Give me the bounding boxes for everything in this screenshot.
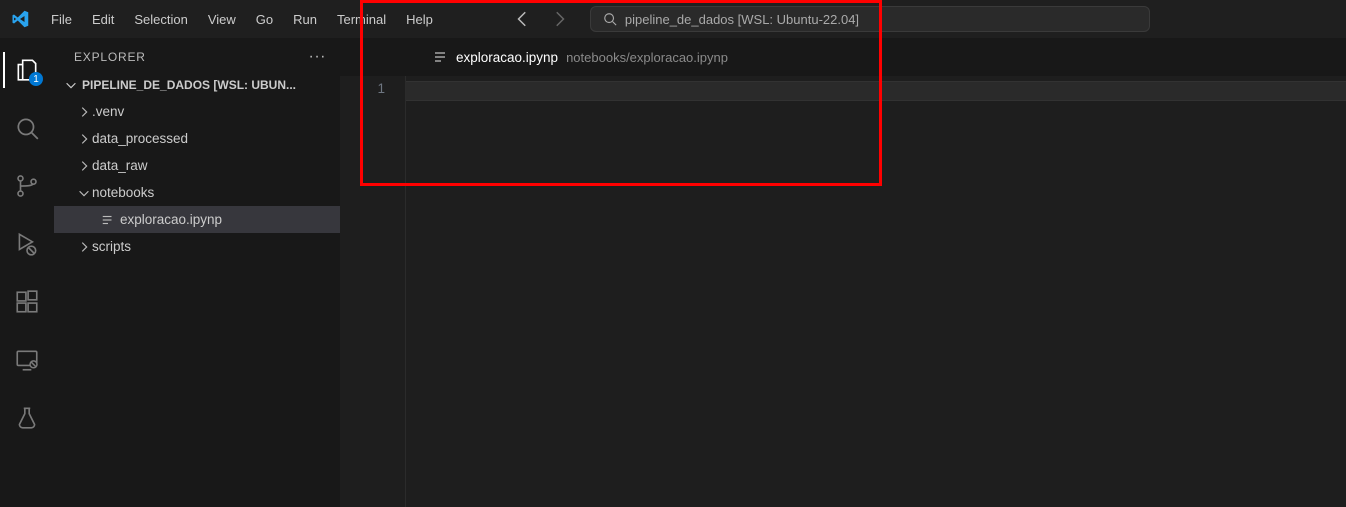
menu-bar: File Edit Selection View Go Run Terminal… [42,8,442,31]
file-text-icon [98,213,118,227]
explorer-title: EXPLORER [74,50,146,64]
editor-body[interactable]: 1 [340,76,1346,507]
chevron-right-icon [76,105,92,119]
line-gutter: 1 [340,76,405,507]
menu-selection[interactable]: Selection [125,8,196,31]
title-bar: File Edit Selection View Go Run Terminal… [0,0,1346,38]
menu-terminal[interactable]: Terminal [328,8,395,31]
tab-filename: exploracao.ipynp [456,50,558,65]
activity-remote-icon[interactable] [3,340,51,380]
chevron-right-icon [76,159,92,173]
menu-help[interactable]: Help [397,8,442,31]
explorer-more-icon[interactable]: ··· [309,48,326,66]
line-number: 1 [340,81,385,96]
current-line [406,81,1346,101]
menu-run[interactable]: Run [284,8,326,31]
vscode-logo-icon [10,9,30,29]
nav-back-icon[interactable] [514,10,532,28]
tree-item-label: data_raw [92,158,148,173]
activity-testing-icon[interactable] [3,398,51,438]
tree-file[interactable]: exploracao.ipynp [54,206,340,233]
chevron-down-icon [76,186,92,200]
tree-folder[interactable]: data_processed [54,125,340,152]
nav-forward-icon[interactable] [550,10,568,28]
tree-item-label: scripts [92,239,131,254]
file-text-icon [432,49,448,65]
chevron-right-icon [76,240,92,254]
activity-bar: 1 [0,38,54,507]
menu-file[interactable]: File [42,8,81,31]
editor-tab[interactable]: exploracao.ipynp notebooks/exploracao.ip… [420,38,740,76]
activity-source-control-icon[interactable] [3,166,51,206]
menu-go[interactable]: Go [247,8,282,31]
activity-extensions-icon[interactable] [3,282,51,322]
tree-folder[interactable]: scripts [54,233,340,260]
editor-tabbar: exploracao.ipynp notebooks/exploracao.ip… [340,38,1346,76]
tree-folder[interactable]: data_raw [54,152,340,179]
file-tree: .venv data_processed data_raw notebooks expl… [54,98,340,260]
code-area[interactable] [405,76,1346,507]
workspace-header[interactable]: PIPELINE_DE_DADOS [WSL: UBUN... [54,72,340,98]
tree-item-label: exploracao.ipynp [120,212,222,227]
sidebar-explorer: EXPLORER ··· PIPELINE_DE_DADOS [WSL: UBU… [54,38,340,507]
menu-view[interactable]: View [199,8,245,31]
tree-item-label: data_processed [92,131,188,146]
tree-folder[interactable]: .venv [54,98,340,125]
editor-area: exploracao.ipynp notebooks/exploracao.ip… [340,38,1346,507]
menu-edit[interactable]: Edit [83,8,123,31]
activity-search-icon[interactable] [3,108,51,148]
chevron-down-icon [64,78,78,92]
tab-path: notebooks/exploracao.ipynp [566,50,728,65]
command-center-search[interactable]: pipeline_de_dados [WSL: Ubuntu-22.04] [590,6,1150,32]
search-icon [603,12,617,26]
nav-arrows [514,10,568,28]
search-text: pipeline_de_dados [WSL: Ubuntu-22.04] [625,12,859,27]
tree-item-label: .venv [92,104,124,119]
activity-run-debug-icon[interactable] [3,224,51,264]
tree-folder[interactable]: notebooks [54,179,340,206]
workspace-name: PIPELINE_DE_DADOS [WSL: UBUN... [82,78,296,92]
activity-explorer-icon[interactable]: 1 [3,50,51,90]
chevron-right-icon [76,132,92,146]
explorer-badge: 1 [29,72,43,86]
tree-item-label: notebooks [92,185,154,200]
